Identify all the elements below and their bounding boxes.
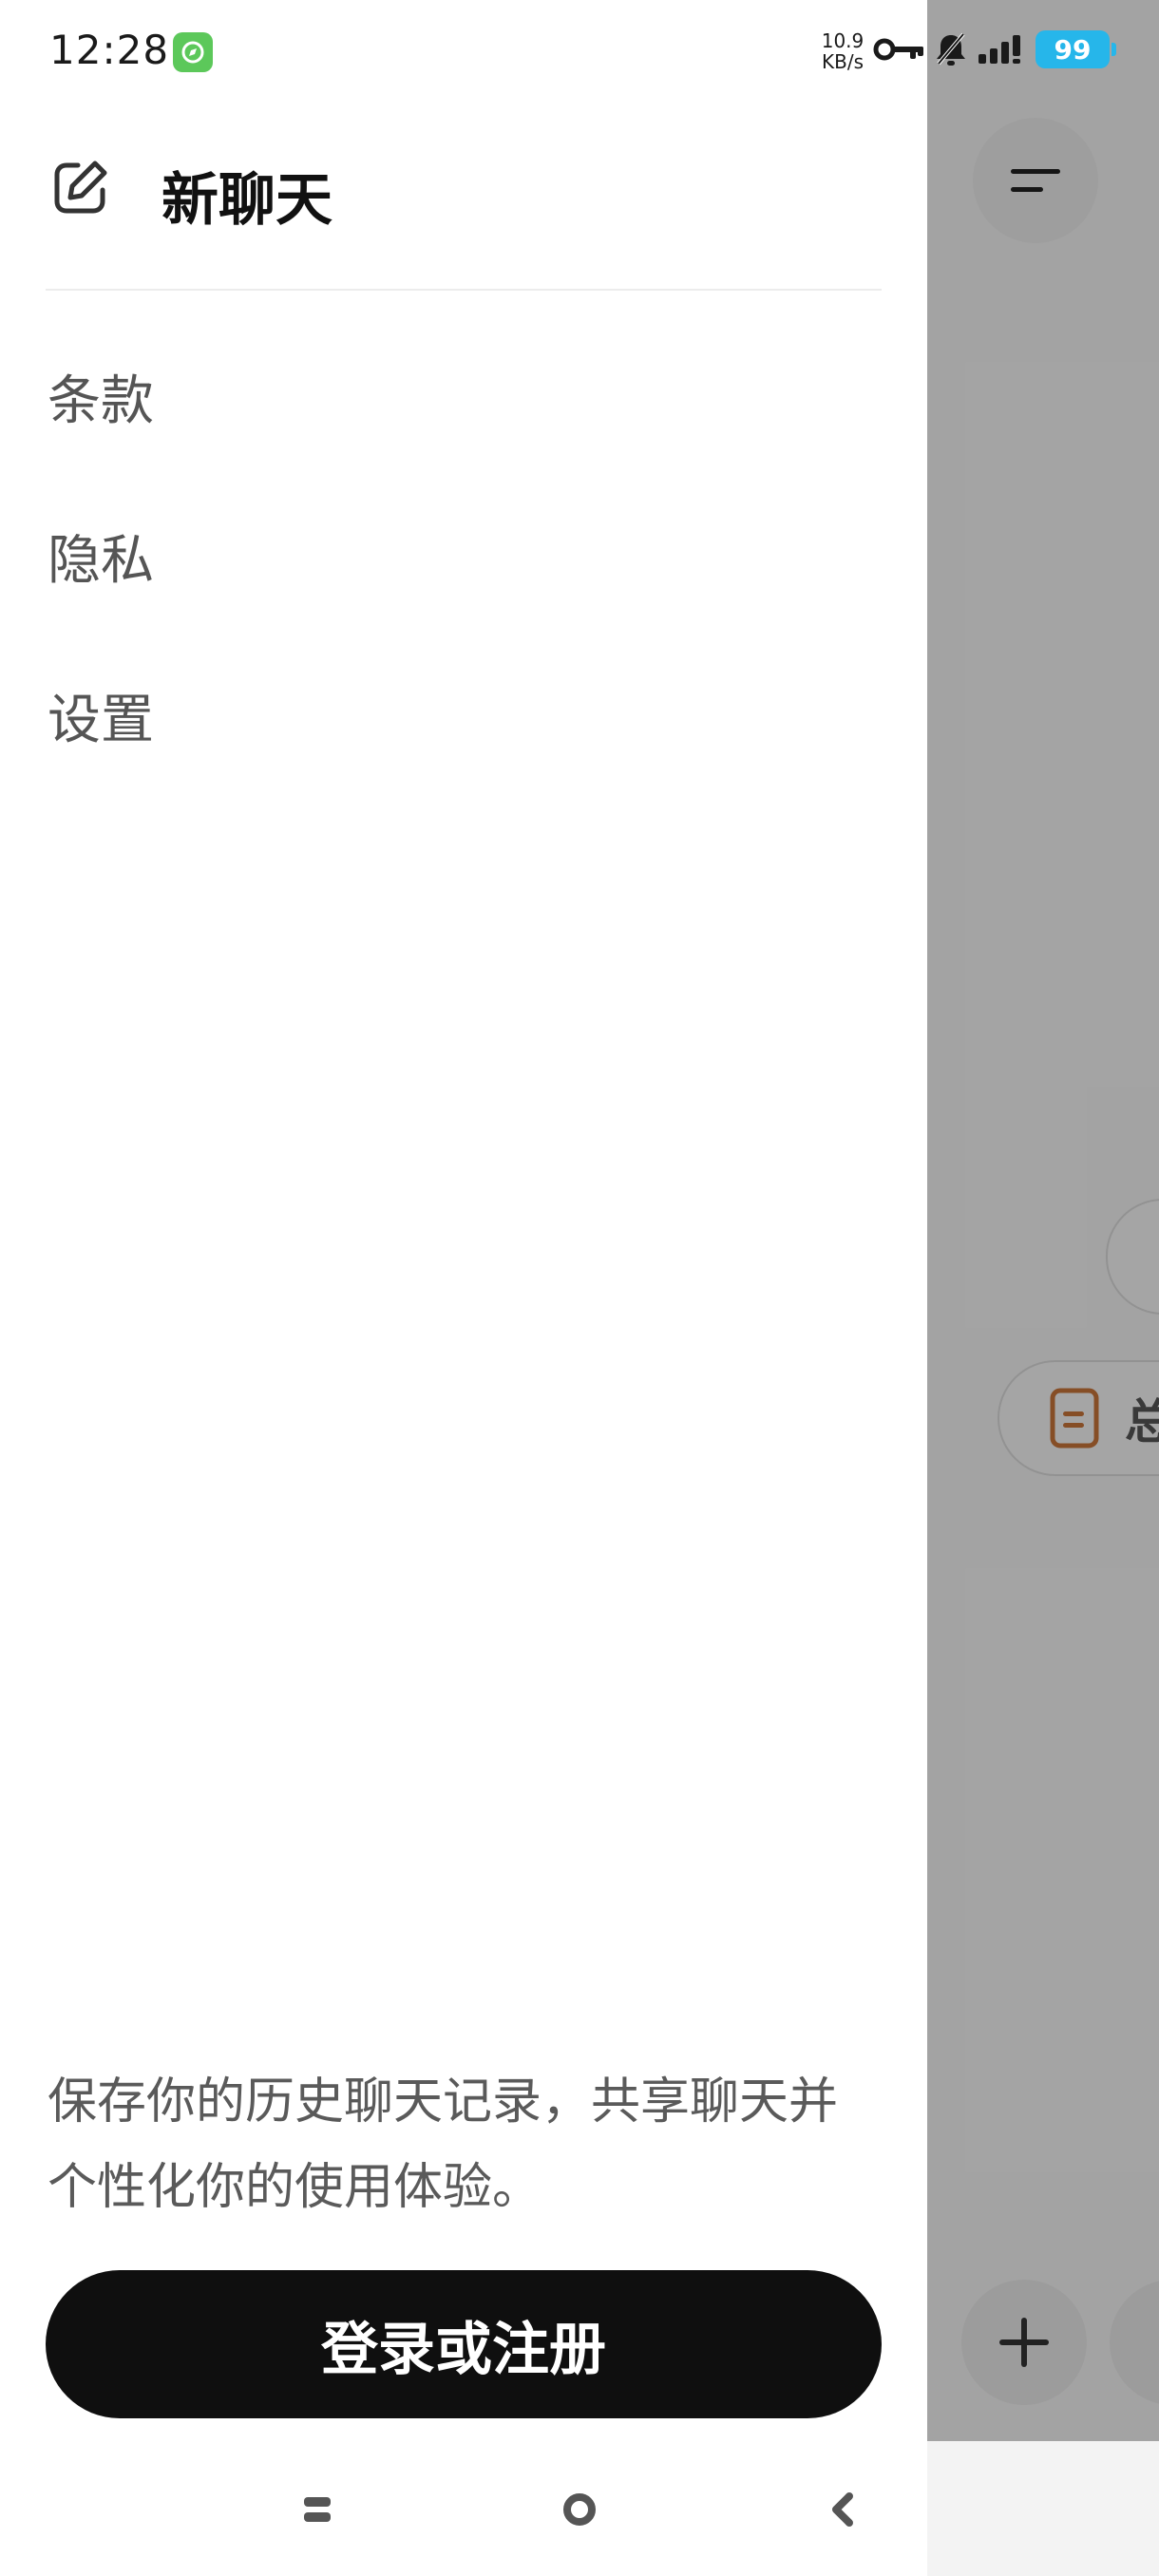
divider [46,289,882,291]
navigation-drawer: 新聊天 条款 隐私 设置 保存你的历史聊天记录，共享聊天并个性化你的使用体验。 … [0,0,927,2576]
back-icon [832,2492,853,2527]
nav-bar-strip [927,2441,1159,2576]
status-time: 12:28 [49,27,170,73]
compass-icon [181,41,204,64]
login-signup-button[interactable]: 登录或注册 [46,2270,882,2418]
new-chat-label: 新聊天 [162,167,332,234]
status-icons: 99 [872,30,1116,68]
network-speed-value: 10.9 [821,29,864,52]
edit-icon [54,161,107,214]
network-speed-unit: KB/s [822,50,864,73]
bell-muted-icon [937,32,965,66]
screen: 总 新聊天 条款 隐私 设置 保存你的历史聊天记录，共享聊天并个性化你的使用体验… [0,0,1159,2576]
new-chat-row[interactable]: 新聊天 [0,141,927,236]
recents-icon [304,2497,331,2522]
home-icon [563,2493,596,2526]
menu-item-settings[interactable]: 设置 [48,663,884,767]
vpn-key-icon [873,38,923,61]
menu-item-privacy[interactable]: 隐私 [48,503,884,608]
app-notification-icon [173,32,213,72]
status-bar: 12:28 10.9 KB/s 99 [0,0,1159,104]
recents-button[interactable] [279,2479,355,2540]
home-button[interactable] [542,2479,618,2540]
network-speed: 10.9 KB/s [819,30,866,72]
battery-indicator: 99 [1036,30,1116,68]
login-promo-text: 保存你的历史聊天记录，共享聊天并个性化你的使用体验。 [48,2074,839,2216]
signal-icon [978,35,1020,64]
menu-item-terms[interactable]: 条款 [48,344,884,448]
back-button[interactable] [804,2479,880,2540]
system-nav-bar [0,2441,927,2576]
